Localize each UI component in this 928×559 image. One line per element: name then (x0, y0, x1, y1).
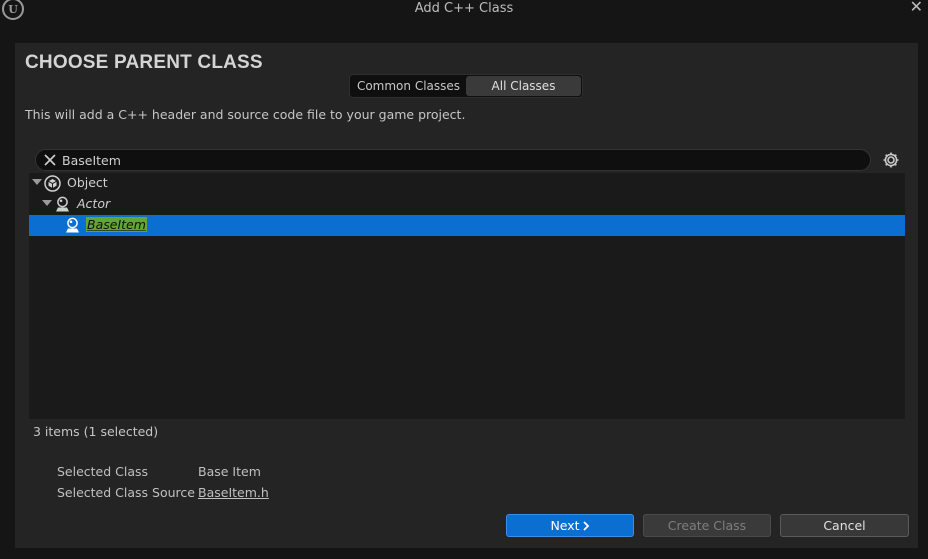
page-title: CHOOSE PARENT CLASS (25, 52, 263, 73)
selected-source-link[interactable]: BaseItem.h (198, 485, 269, 500)
tree-row-object[interactable]: Object (29, 173, 905, 194)
tree-item-label-highlighted: BaseItem (86, 217, 147, 232)
search-box (35, 149, 871, 171)
class-tree[interactable]: Object Actor BaseItem (29, 173, 905, 419)
expand-arrow-icon[interactable] (42, 200, 52, 206)
actor-class-icon (56, 196, 69, 212)
search-input[interactable] (62, 151, 852, 169)
next-button[interactable]: Next (506, 514, 634, 537)
chevron-right-icon (582, 520, 589, 531)
cancel-button[interactable]: Cancel (780, 514, 909, 537)
close-icon[interactable] (42, 151, 58, 169)
close-window-button[interactable]: ✕ (910, 0, 923, 16)
tree-item-label: Actor (77, 196, 111, 211)
tree-row-actor[interactable]: Actor (29, 194, 905, 215)
description-text: This will add a C++ header and source co… (25, 107, 466, 122)
tab-all-classes[interactable]: All Classes (466, 76, 581, 96)
title-bar: U Add C++ Class ✕ (0, 0, 928, 34)
selected-class-label: Selected Class (57, 464, 149, 479)
next-button-label: Next (550, 518, 580, 533)
actor-class-icon (66, 217, 79, 233)
tree-item-label: Object (67, 175, 108, 190)
tab-common-classes[interactable]: Common Classes (351, 76, 466, 96)
window-title: Add C++ Class (414, 1, 514, 16)
object-class-icon (44, 175, 61, 192)
class-tabs: Common Classes All Classes (349, 74, 583, 98)
item-count: 3 items (1 selected) (33, 424, 159, 439)
dialog-panel: CHOOSE PARENT CLASS Common Classes All C… (15, 43, 918, 548)
expand-arrow-icon[interactable] (32, 179, 42, 185)
create-class-button[interactable]: Create Class (643, 514, 771, 537)
selected-class-value: Base Item (198, 464, 261, 479)
selected-source-label: Selected Class Source (57, 485, 195, 500)
gear-icon[interactable] (881, 150, 901, 170)
tree-row-baseitem[interactable]: BaseItem (29, 215, 905, 236)
